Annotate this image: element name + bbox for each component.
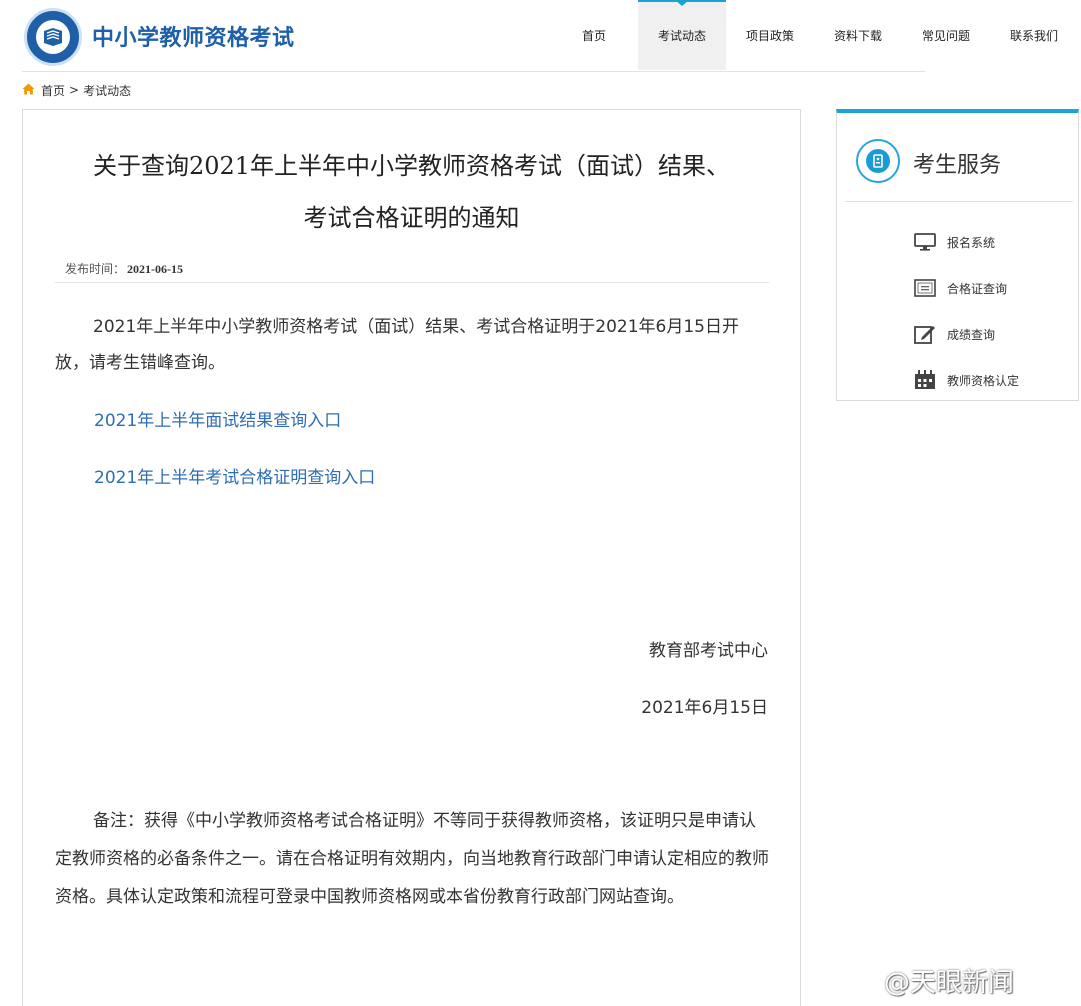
publish-date: 2021-06-15: [127, 262, 184, 276]
monitor-icon: [913, 231, 937, 253]
weibo-watermark: @天眼新闻: [884, 968, 1015, 998]
publish-label: 发布时间：: [65, 262, 126, 276]
site-title[interactable]: 中小学教师资格考试: [92, 20, 295, 52]
certificate-query-link[interactable]: 2021年上半年考试合格证明查询入口: [94, 463, 375, 488]
nav-home[interactable]: 首页: [550, 0, 638, 70]
certificate-icon: [913, 277, 937, 299]
sidebar-item-label: 成绩查询: [947, 327, 996, 342]
breadcrumb-home-link[interactable]: 首页: [41, 82, 65, 99]
breadcrumb: 首页 > 考试动态: [22, 80, 131, 100]
sidebar-item-label: 报名系统: [947, 235, 996, 250]
sidebar-item-label: 教师资格认定: [947, 373, 1020, 388]
calendar-icon: [913, 369, 937, 391]
nav-contact[interactable]: 联系我们: [990, 0, 1078, 70]
article-note: 备注：获得《中小学教师资格考试合格证明》不等同于获得教师资格，该证明只是申请认定…: [55, 811, 769, 907]
interview-result-query-link[interactable]: 2021年上半年面试结果查询入口: [94, 406, 341, 431]
article-title-line-2: 考试合格证明的通知: [303, 204, 520, 232]
header-divider: [22, 71, 925, 72]
publish-meta: 发布时间： 2021-06-15: [65, 260, 183, 277]
services-title: 考生服务: [913, 153, 1002, 178]
site-header: 中小学教师资格考试 首页 考试动态 项目政策 资料下载 常见问题 联系我们: [0, 0, 1081, 72]
breadcrumb-separator: >: [69, 83, 80, 97]
article-paragraph-intro: 2021年上半年中小学教师资格考试（面试）结果、考试合格证明于2021年6月15…: [55, 317, 739, 373]
edit-icon: [913, 323, 937, 345]
nav-exam-news[interactable]: 考试动态: [638, 0, 726, 70]
signature-date: 2021年6月15日: [641, 698, 768, 718]
article-panel: 关于查询2021年上半年中小学教师资格考试（面试）结果、 考试合格证明的通知 发…: [22, 109, 801, 1006]
site-logo-icon[interactable]: [24, 8, 82, 66]
candidate-services-panel: 考生服务 报名系统 合格证查询 成绩查询 教师资格认定: [836, 109, 1079, 401]
meta-divider: [55, 282, 769, 283]
home-icon[interactable]: [22, 83, 35, 98]
signature-organization: 教育部考试中心: [649, 641, 768, 661]
services-divider: [845, 201, 1073, 202]
nav-faq[interactable]: 常见问题: [902, 0, 990, 70]
nav-downloads[interactable]: 资料下载: [814, 0, 902, 70]
nav-policy[interactable]: 项目政策: [726, 0, 814, 70]
sidebar-item-label: 合格证查询: [947, 281, 1008, 296]
main-nav: 首页 考试动态 项目政策 资料下载 常见问题 联系我们: [550, 0, 1078, 70]
article-title: 关于查询2021年上半年中小学教师资格考试（面试）结果、 考试合格证明的通知: [23, 140, 800, 244]
services-badge-icon: [856, 139, 900, 183]
sidebar-item-certificate-query[interactable]: 合格证查询: [913, 276, 1007, 300]
article-title-line-1: 关于查询2021年上半年中小学教师资格考试（面试）结果、: [92, 152, 731, 180]
sidebar-item-qualification-certification[interactable]: 教师资格认定: [913, 368, 1019, 392]
breadcrumb-current-link[interactable]: 考试动态: [83, 82, 131, 99]
sidebar-item-registration[interactable]: 报名系统: [913, 230, 995, 254]
sidebar-item-score-query[interactable]: 成绩查询: [913, 322, 995, 346]
